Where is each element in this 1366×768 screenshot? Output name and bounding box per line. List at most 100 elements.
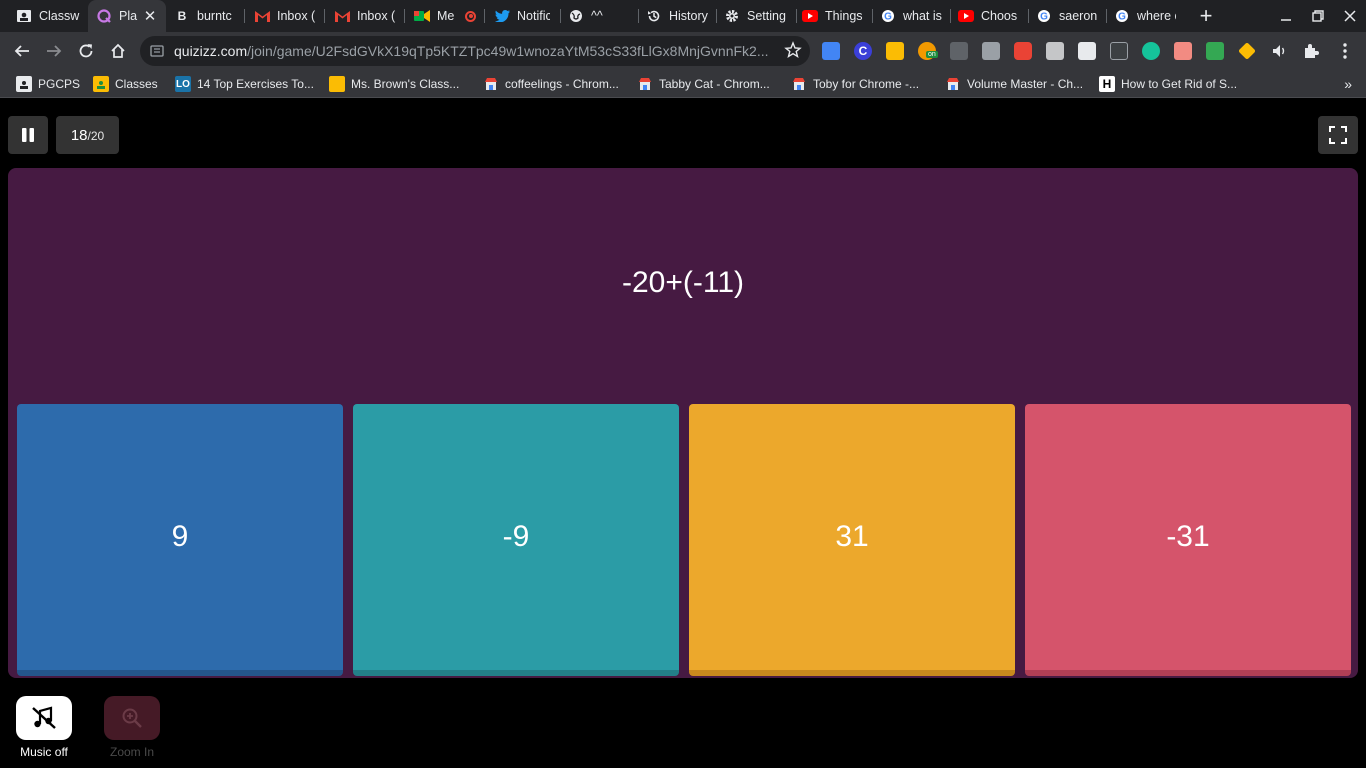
address-bar[interactable]: quizizz.com/join/game/U2FsdGVkX19qTp5KTZ… [140,36,810,66]
bookmark-star-icon[interactable] [784,41,802,59]
grammarly-extension-icon[interactable] [1142,42,1160,60]
screenshot-extension-icon[interactable] [982,42,1000,60]
bookmark-coffeelings[interactable]: coffeelings - Chrom... [483,75,619,93]
tab-title: History [669,9,708,23]
svg-text:G: G [1040,12,1048,23]
tab-google-saeron[interactable]: G saeron [1028,0,1106,32]
url-host: quizizz.com [174,43,248,59]
coffee-extension-icon[interactable]: on [918,42,938,60]
forward-button[interactable] [40,37,68,65]
bookmark-toby[interactable]: Toby for Chrome -... [791,75,919,93]
tab-inbox-1[interactable]: Inbox ( [246,0,324,32]
restore-icon [1312,10,1324,22]
bookmark-classes[interactable]: Classes [93,75,158,93]
tab-google-where[interactable]: G where c [1106,0,1184,32]
history-icon [646,8,662,24]
bookmark-pgcps[interactable]: PGCPS [16,75,80,93]
tab-quizizz-play[interactable]: Pla ✕ [88,0,166,32]
tab-settings[interactable]: Setting [716,0,794,32]
minimize-button[interactable] [1270,0,1302,32]
gmail-icon [254,8,270,24]
reload-icon [79,44,93,58]
close-icon [1344,10,1356,22]
close-tab-icon[interactable]: ✕ [142,7,158,25]
bold-b-icon: B [177,9,187,23]
url-text[interactable]: quizizz.com/join/game/U2FsdGVkX19qTp5KTZ… [174,43,774,59]
url-path: /join/game/U2FsdGVkX19qTp5KTZTpc49w1wnoz… [247,43,769,59]
store-extension-icon[interactable] [1046,42,1064,60]
pause-button[interactable] [8,116,48,154]
tab-classwork[interactable]: Classw [8,0,88,32]
google-icon: G [1114,8,1130,24]
bookmark-how-to-get-rid[interactable]: H How to Get Rid of S... [1099,75,1237,93]
answer-option-1[interactable]: 9 [17,404,343,676]
tab-caret[interactable]: ^^ [560,0,636,32]
pencil-extension-icon[interactable] [1238,42,1256,60]
bookmark-label: Tabby Cat - Chrom... [659,77,770,91]
question-panel: -20+(-11) 9 -9 31 -31 [8,168,1358,678]
site-info-icon[interactable] [150,44,164,58]
tab-meet[interactable]: Me [406,0,484,32]
answer-option-text: 31 [835,520,869,553]
tab-title: burntc [197,9,232,23]
bookmark-label: How to Get Rid of S... [1121,77,1238,91]
music-off-icon [32,706,56,729]
reader-extension-icon[interactable] [1078,42,1096,60]
answer-option-4[interactable]: -31 [1025,404,1351,676]
home-button[interactable] [104,37,132,65]
apps-extension-icon[interactable] [1014,42,1032,60]
gmail-icon [334,8,350,24]
bookmark-volume-master[interactable]: Volume Master - Ch... [945,75,1083,93]
back-button[interactable] [8,37,36,65]
c-extension-icon[interactable]: C [854,42,872,60]
close-window-button[interactable] [1334,0,1366,32]
more-bookmarks-chevron-icon[interactable]: » [1344,76,1352,92]
translate-extension-icon[interactable] [822,42,840,60]
tab-youtube-things[interactable]: Things [794,0,872,32]
classroom-extension-icon[interactable] [886,42,904,60]
tab-history[interactable]: History [638,0,716,32]
reload-button[interactable] [72,37,100,65]
tab-title: where c [1137,9,1176,23]
tab-burnt[interactable]: B burntc [166,0,244,32]
tab-divider [244,9,245,23]
new-tab-button[interactable]: + [1196,5,1216,27]
globe-icon [568,8,584,24]
screencast-extension-icon[interactable] [1174,42,1192,60]
tab-youtube-choose[interactable]: Choos [950,0,1028,32]
google-icon: G [1036,8,1052,24]
answer-option-2[interactable]: -9 [353,404,679,676]
tab-title: Inbox ( [277,9,316,23]
maximize-button[interactable] [1302,0,1334,32]
bookmark-14-top-exercises[interactable]: LO 14 Top Exercises To... [175,75,314,93]
browser-menu-icon[interactable] [1336,42,1354,60]
tab-title: Choos [981,9,1018,23]
volume-extension-icon[interactable] [1270,42,1288,60]
monitor-extension-icon[interactable] [1110,42,1128,60]
castle-extension-icon[interactable] [950,42,968,60]
music-toggle-button[interactable] [16,696,72,740]
tab-twitter[interactable]: Notific [486,0,558,32]
tab-google-whatis[interactable]: G what is [872,0,950,32]
zoom-label: Zoom In [109,745,154,759]
question-counter: 18/20 [56,116,119,154]
classroom-icon [16,76,32,92]
save-extension-icon[interactable] [1206,42,1224,60]
home-icon [111,43,125,58]
store-icon [483,76,499,92]
tab-title: ^^ [591,9,603,23]
store-icon [637,76,653,92]
zoom-in-button[interactable] [104,696,160,740]
lo-icon: LO [175,76,191,92]
tab-inbox-2[interactable]: Inbox ( [326,0,404,32]
tab-title: Me [437,9,455,23]
bookmark-label: PGCPS [38,77,81,91]
quizizz-icon [96,8,112,24]
bookmark-ms-browns-class[interactable]: Ms. Brown's Class... [329,75,459,93]
youtube-icon [802,8,818,24]
bookmark-tabby-cat[interactable]: Tabby Cat - Chrom... [637,75,770,93]
tab-title: what is [903,9,942,23]
answer-option-3[interactable]: 31 [689,404,1015,676]
extensions-puzzle-icon[interactable] [1302,42,1320,60]
fullscreen-button[interactable] [1318,116,1358,154]
